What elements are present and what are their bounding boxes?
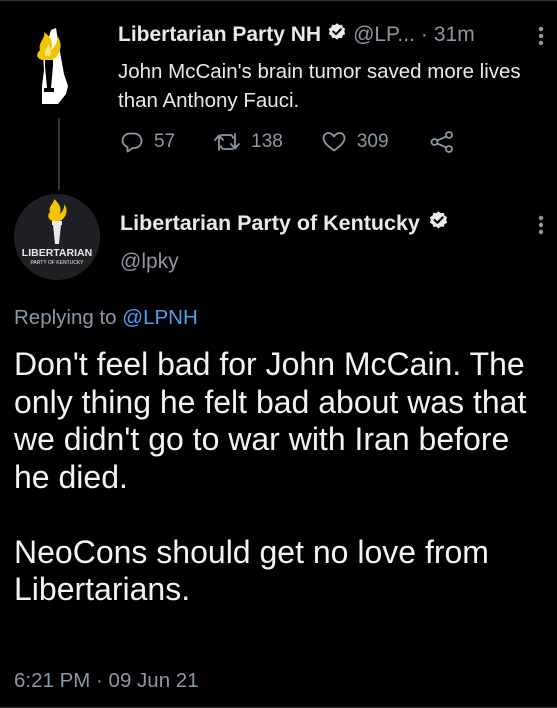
parent-tweet-actions: 57 138 309: [120, 130, 455, 154]
lpnh-avatar[interactable]: [18, 22, 88, 110]
verified-badge-icon: [327, 22, 347, 48]
replying-to-handle-link[interactable]: @LPNH: [122, 306, 198, 329]
separator-dot: ·: [420, 23, 428, 46]
like-button[interactable]: 309: [321, 130, 389, 154]
retweet-count: 138: [251, 131, 283, 152]
verified-badge-icon: [428, 210, 449, 237]
thread-connector-line: [58, 118, 60, 190]
reply-author-row: Libertarian Party of Kentucky: [120, 210, 449, 237]
reply-more-icon[interactable]: [536, 213, 546, 242]
retweet-icon: [213, 130, 241, 154]
replying-prefix: Replying to: [14, 306, 117, 329]
nh-torch-logo: [37, 28, 68, 104]
parent-author-name[interactable]: Libertarian Party NH: [118, 23, 321, 47]
share-button[interactable]: [429, 130, 455, 154]
parent-tweet-text: John McCain's brain tumor saved more liv…: [118, 60, 521, 112]
lpky-avatar[interactable]: LIBERTARIAN PARTY OF KENTUCKY: [14, 194, 100, 280]
ky-torch-logo: LIBERTARIAN PARTY OF KENTUCKY: [14, 194, 100, 280]
like-count: 309: [356, 131, 389, 152]
reply-author-handle[interactable]: @lpky: [120, 250, 179, 274]
reply-timestamp[interactable]: 6:21 PM · 09 Jun 21: [14, 669, 199, 693]
parent-more-icon[interactable]: [536, 24, 546, 53]
replying-to: Replying to @LPNH: [14, 306, 198, 330]
parent-tweet-time[interactable]: 31m: [434, 23, 475, 47]
like-icon: [321, 130, 347, 154]
reply-icon: [120, 130, 144, 154]
reply-tweet-text: Don't feel bad for John McCain. The only…: [14, 346, 527, 607]
parent-tweet-header: Libertarian Party NH @LP... · 31m: [118, 22, 475, 48]
avatar-text: LIBERTARIAN: [22, 247, 92, 259]
reply-count: 57: [154, 131, 176, 152]
top-divider: [0, 0, 557, 1]
share-icon: [429, 130, 455, 154]
avatar-subtext: PARTY OF KENTUCKY: [30, 260, 84, 266]
reply-button[interactable]: 57: [120, 130, 175, 154]
reply-author-name[interactable]: Libertarian Party of Kentucky: [120, 211, 420, 236]
parent-author-handle[interactable]: @LP...: [353, 23, 415, 47]
retweet-button[interactable]: 138: [213, 130, 283, 154]
